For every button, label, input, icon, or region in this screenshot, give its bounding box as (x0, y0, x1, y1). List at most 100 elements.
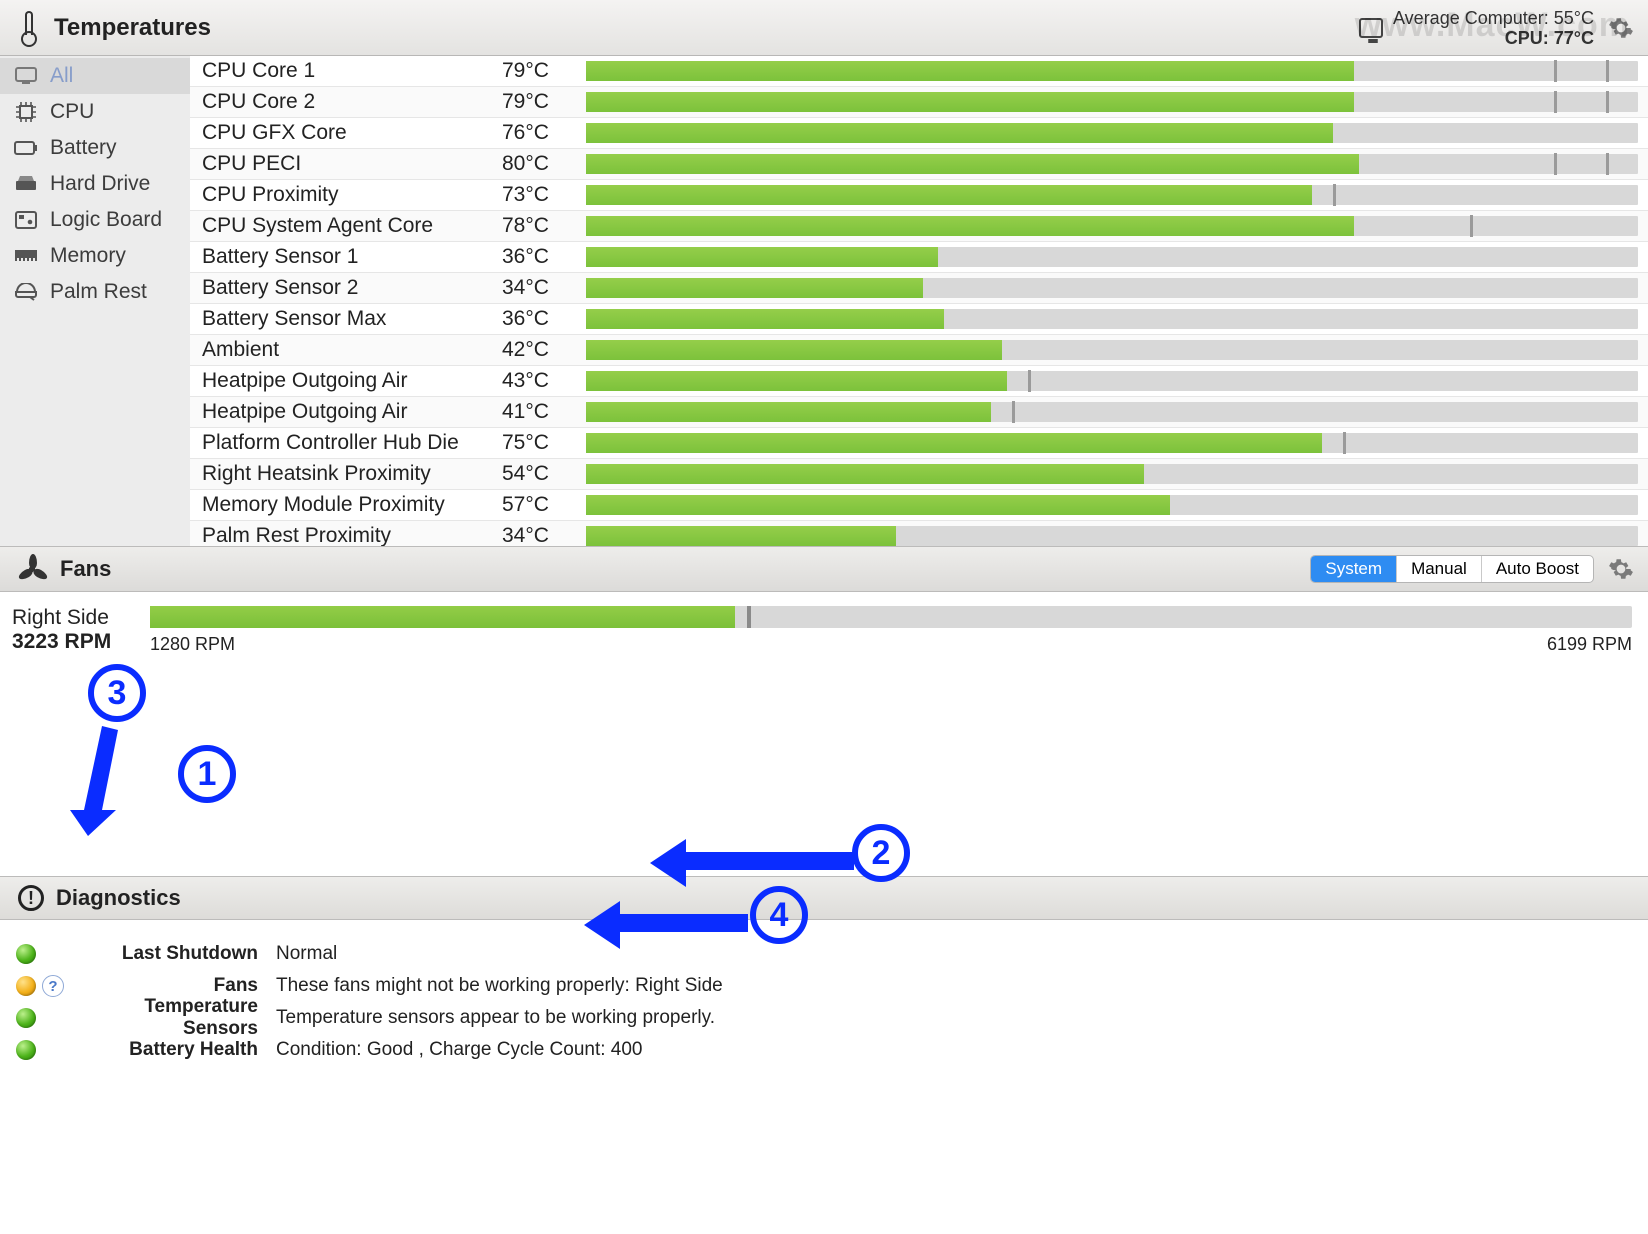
temperature-row[interactable]: Heatpipe Outgoing Air41°C (190, 397, 1648, 428)
temperature-row[interactable]: Heatpipe Outgoing Air43°C (190, 366, 1648, 397)
temperature-row[interactable]: CPU PECI80°C (190, 149, 1648, 180)
sidebar-item-palm-rest[interactable]: Palm Rest (0, 274, 190, 310)
status-dot-yellow (16, 976, 36, 996)
diagnostic-label: Temperature Sensors (68, 996, 258, 1040)
fans-header: Fans SystemManualAuto Boost (0, 546, 1648, 592)
status-dot-green (16, 944, 36, 964)
sensor-name: CPU Proximity (202, 183, 502, 207)
diagnostic-row: Last Shutdown Normal (16, 938, 1632, 970)
status-dot-green (16, 1040, 36, 1060)
sensor-value: 34°C (502, 276, 582, 300)
sidebar-item-battery[interactable]: Battery (0, 130, 190, 166)
temperature-row[interactable]: Ambient42°C (190, 335, 1648, 366)
annotation-1: 1 (178, 745, 236, 803)
sensor-name: Battery Sensor Max (202, 307, 502, 331)
alert-icon: ! (18, 885, 44, 911)
summary-avg-label: Average Computer: (1393, 8, 1549, 28)
sensor-value: 76°C (502, 121, 582, 145)
cpu-icon (14, 102, 38, 122)
memory-icon (14, 246, 38, 266)
temperature-row[interactable]: Battery Sensor 234°C (190, 273, 1648, 304)
sensor-bar (586, 216, 1638, 236)
fans-gear-button[interactable] (1608, 556, 1634, 582)
sensor-name: Heatpipe Outgoing Air (202, 400, 502, 424)
sensor-value: 42°C (502, 338, 582, 362)
fan-icon (18, 555, 46, 583)
fan-name: Right Side (12, 606, 132, 630)
help-button[interactable]: ? (42, 975, 64, 997)
sensor-bar (586, 61, 1638, 81)
sidebar-item-all[interactable]: All (0, 58, 190, 94)
temperature-row[interactable]: CPU Core 279°C (190, 87, 1648, 118)
temperature-row[interactable]: CPU GFX Core76°C (190, 118, 1648, 149)
temperatures-title: Temperatures (54, 14, 211, 42)
diagnostics-header: ! Diagnostics (0, 876, 1648, 920)
sensor-name: CPU System Agent Core (202, 214, 502, 238)
harddrive-icon (14, 174, 38, 194)
sensor-name: Right Heatsink Proximity (202, 462, 502, 486)
sensor-bar (586, 123, 1638, 143)
sidebar-item-logic-board[interactable]: Logic Board (0, 202, 190, 238)
fan-mode-system[interactable]: System (1311, 556, 1396, 582)
sensor-value: 36°C (502, 245, 582, 269)
sensor-bar (586, 154, 1638, 174)
sidebar-item-hard-drive[interactable]: Hard Drive (0, 166, 190, 202)
temperature-row[interactable]: CPU System Agent Core78°C (190, 211, 1648, 242)
sidebar-item-label: All (50, 64, 73, 88)
diagnostic-value: Condition: Good , Charge Cycle Count: 40… (276, 1039, 643, 1061)
sensor-name: Ambient (202, 338, 502, 362)
fan-min-rpm: 1280 RPM (150, 634, 235, 655)
summary-cpu-value: 77°C (1554, 28, 1594, 48)
category-sidebar: All CPU Battery Hard DriveLogic Board Memory… (0, 56, 190, 546)
temperature-row[interactable]: Right Heatsink Proximity54°C (190, 459, 1648, 490)
temperature-row[interactable]: Battery Sensor Max36°C (190, 304, 1648, 335)
sensor-value: 36°C (502, 307, 582, 331)
diagnostic-value: Temperature sensors appear to be working… (276, 1007, 715, 1029)
diagnostics-body: Last Shutdown Normal?Fans These fans might… (0, 920, 1648, 1086)
diagnostics-title: Diagnostics (56, 885, 181, 911)
sensor-name: Heatpipe Outgoing Air (202, 369, 502, 393)
fan-mode-segmented[interactable]: SystemManualAuto Boost (1310, 555, 1594, 583)
temperature-row[interactable]: Palm Rest Proximity34°C (190, 521, 1648, 546)
sensor-bar (586, 247, 1638, 267)
sensor-bar (586, 433, 1638, 453)
temperature-row[interactable]: Platform Controller Hub Die75°C (190, 428, 1648, 459)
sensor-value: 80°C (502, 152, 582, 176)
sensor-bar (586, 526, 1638, 546)
sensor-name: Battery Sensor 1 (202, 245, 502, 269)
logicboard-icon (14, 210, 38, 230)
palmrest-icon (14, 282, 38, 302)
temperature-row[interactable]: CPU Proximity73°C (190, 180, 1648, 211)
temperature-row[interactable]: Battery Sensor 136°C (190, 242, 1648, 273)
sidebar-item-memory[interactable]: Memory (0, 238, 190, 274)
sensor-name: Battery Sensor 2 (202, 276, 502, 300)
fan-bar[interactable] (150, 606, 1632, 628)
monitor-icon (1359, 18, 1383, 38)
diagnostic-label: Last Shutdown (68, 943, 258, 965)
sidebar-item-label: Memory (50, 244, 126, 268)
sensor-name: CPU PECI (202, 152, 502, 176)
settings-gear-button[interactable] (1608, 15, 1634, 41)
sidebar-item-label: Battery (50, 136, 117, 160)
sensor-value: 75°C (502, 431, 582, 455)
sensor-value: 57°C (502, 493, 582, 517)
sensor-value: 78°C (502, 214, 582, 238)
sensor-bar (586, 278, 1638, 298)
sensor-bar (586, 309, 1638, 329)
fans-title: Fans (60, 556, 111, 582)
diagnostic-value: Normal (276, 943, 337, 965)
sensor-name: CPU Core 1 (202, 59, 502, 83)
fan-mode-manual[interactable]: Manual (1396, 556, 1481, 582)
diagnostic-label: Fans (68, 975, 258, 997)
sensor-bar (586, 340, 1638, 360)
sensor-bar (586, 402, 1638, 422)
monitor-icon (14, 66, 38, 86)
fan-mode-auto-boost[interactable]: Auto Boost (1481, 556, 1593, 582)
temperature-row[interactable]: CPU Core 179°C (190, 56, 1648, 87)
sidebar-item-cpu[interactable]: CPU (0, 94, 190, 130)
temperature-row[interactable]: Memory Module Proximity57°C (190, 490, 1648, 521)
diagnostic-value: These fans might not be working properly… (276, 975, 723, 997)
sensor-value: 73°C (502, 183, 582, 207)
sensor-bar (586, 464, 1638, 484)
sensor-name: Memory Module Proximity (202, 493, 502, 517)
